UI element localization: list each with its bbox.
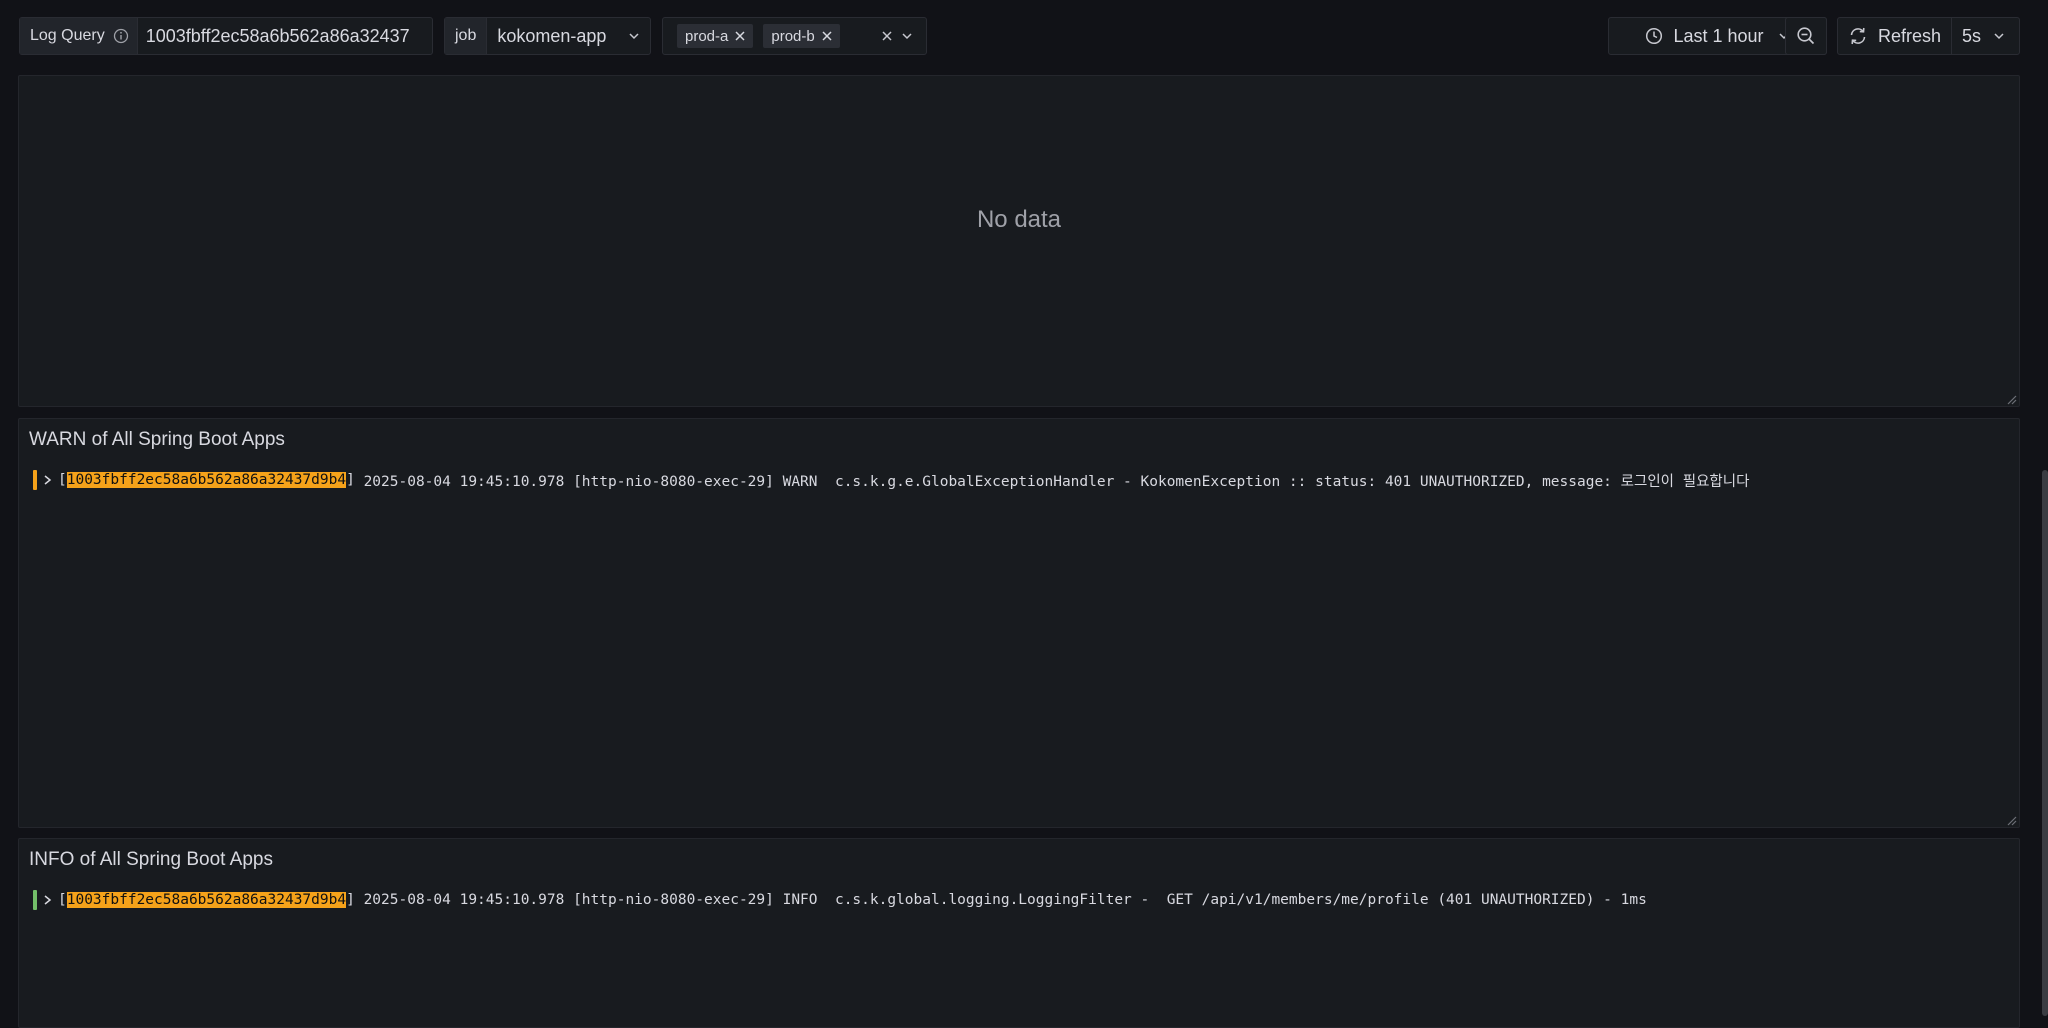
zoom-out-icon: [1796, 26, 1816, 46]
log-message: 2025-08-04 19:45:10.978 [http-nio-8080-e…: [363, 473, 1750, 490]
expand-row-icon[interactable]: [43, 895, 52, 905]
env-chip-label: prod-b: [771, 27, 815, 45]
env-chip-prod-a: prod-a: [677, 24, 754, 48]
log-level-indicator: [33, 470, 37, 490]
bracket-open: [: [58, 892, 67, 908]
log-query-label-box: Log Query: [20, 18, 138, 54]
clear-all-icon[interactable]: [881, 30, 893, 42]
panel-title: INFO of All Spring Boot Apps: [29, 849, 273, 870]
refresh-label: Refresh: [1878, 25, 1942, 46]
chevron-down-icon: [628, 30, 640, 42]
resize-handle-icon[interactable]: [2005, 392, 2017, 405]
close-icon[interactable]: [735, 31, 745, 41]
log-query-variable: Log Query: [19, 17, 433, 55]
clock-icon: [1645, 27, 1663, 45]
refresh-interval-value: 5s: [1962, 25, 1982, 46]
env-multiselect[interactable]: prod-a prod-b: [662, 17, 927, 55]
job-variable: job kokomen-app: [444, 17, 651, 55]
panel-title: WARN of All Spring Boot Apps: [29, 429, 285, 450]
bracket-close: ]: [346, 892, 364, 908]
resize-handle-icon[interactable]: [2005, 813, 2017, 826]
dashboard-toolbar: Log Query job kokomen-app prod-a prod-b: [0, 0, 2048, 74]
log-query-label: Log Query: [30, 27, 105, 44]
log-row[interactable]: [1003fbff2ec58a6b562a86a32437d9b4] 2025-…: [33, 469, 1749, 491]
refresh-icon: [1848, 26, 1868, 46]
time-range-label: Last 1 hour: [1673, 25, 1764, 46]
close-icon[interactable]: [822, 31, 832, 41]
log-message: 2025-08-04 19:45:10.978 [http-nio-8080-e…: [363, 892, 1647, 908]
page-scrollbar[interactable]: [2042, 470, 2048, 1016]
env-chip-prod-b: prod-b: [763, 24, 840, 48]
warn-logs-panel: WARN of All Spring Boot Apps [1003fbff2e…: [18, 418, 2020, 828]
chevron-down-icon: [1993, 30, 2005, 42]
info-icon[interactable]: [113, 28, 129, 44]
refresh-button[interactable]: Refresh: [1838, 18, 1953, 54]
job-value: kokomen-app: [497, 25, 607, 46]
refresh-picker: Refresh 5s: [1837, 17, 2020, 55]
refresh-interval-select[interactable]: 5s: [1952, 18, 2015, 54]
no-data-message: No data: [976, 206, 1062, 233]
bracket-close: ]: [346, 472, 364, 488]
job-label: job: [445, 18, 488, 54]
log-row[interactable]: [1003fbff2ec58a6b562a86a32437d9b4] 2025-…: [33, 889, 1647, 911]
log-level-indicator: [33, 890, 37, 910]
env-chip-label: prod-a: [685, 27, 729, 45]
log-query-input[interactable]: [137, 25, 432, 47]
job-select[interactable]: kokomen-app: [487, 26, 650, 47]
zoom-out-button[interactable]: [1785, 17, 1827, 55]
trace-id-highlight: 1003fbff2ec58a6b562a86a32437d9b4: [66, 892, 347, 908]
info-logs-panel: INFO of All Spring Boot Apps [1003fbff2e…: [18, 838, 2020, 1028]
trace-id-highlight: 1003fbff2ec58a6b562a86a32437d9b4: [66, 472, 347, 488]
chevron-down-icon[interactable]: [901, 30, 913, 42]
expand-row-icon[interactable]: [43, 475, 52, 485]
top-panel: No data: [18, 75, 2020, 407]
bracket-open: [: [58, 472, 67, 488]
